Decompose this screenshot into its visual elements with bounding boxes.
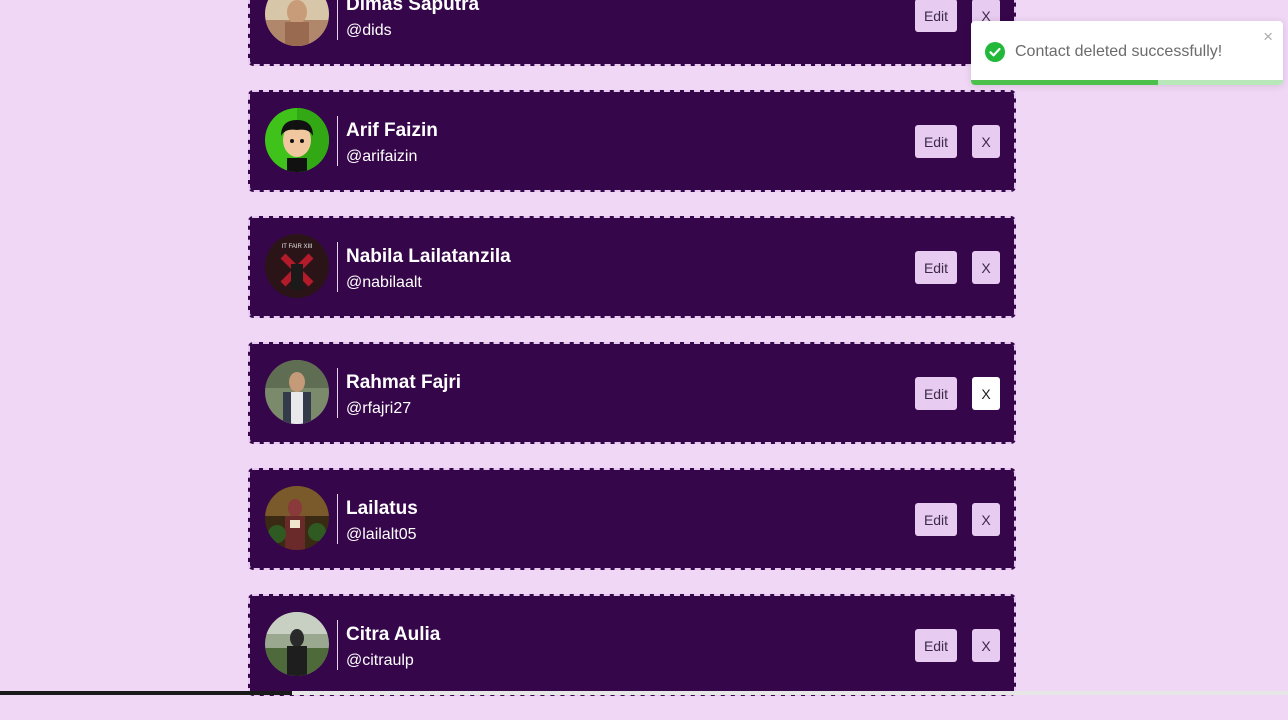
- contact-avatar: IT FAIR XIII: [265, 234, 329, 298]
- toast-message: Contact deleted successfully!: [1015, 43, 1223, 60]
- contact-info: Arif Faizin @arifaizin: [346, 119, 438, 168]
- avatar-divider: [337, 368, 338, 418]
- contact-avatar: [265, 108, 329, 172]
- contact-card: Dimas Saputra @dids Edit X: [248, 0, 1016, 66]
- avatar-divider: [337, 242, 338, 292]
- contact-card: Lailatus @lailalt05 Edit X: [248, 468, 1016, 570]
- scrollbar-thumb[interactable]: [0, 691, 292, 695]
- contact-name: Nabila Lailatanzila: [346, 246, 511, 267]
- edit-button[interactable]: Edit: [915, 0, 957, 32]
- contact-handle: @citraulp: [346, 652, 414, 669]
- contact-card: IT FAIR XIII Nabila Lailatanzila @nabila…: [248, 216, 1016, 318]
- contact-list: Dimas Saputra @dids Edit X Arif Faizin @…: [248, 0, 1016, 720]
- contact-handle: @dids: [346, 22, 392, 39]
- contact-handle: @lailalt05: [346, 526, 417, 543]
- contact-info: Lailatus @lailalt05: [346, 497, 418, 546]
- edit-button[interactable]: Edit: [915, 125, 957, 158]
- contact-name: Arif Faizin: [346, 120, 438, 141]
- contact-info: Rahmat Fajri @rfajri27: [346, 371, 461, 420]
- close-icon[interactable]: ×: [1263, 27, 1273, 47]
- contact-avatar: [265, 612, 329, 676]
- contact-info: Nabila Lailatanzila @nabilaalt: [346, 245, 511, 294]
- contact-card: Citra Aulia @citraulp Edit X: [248, 594, 1016, 696]
- check-circle-icon: [985, 42, 1005, 62]
- contact-name: Rahmat Fajri: [346, 372, 462, 393]
- svg-text:IT FAIR XIII: IT FAIR XIII: [282, 244, 313, 250]
- contact-avatar: [265, 360, 329, 424]
- contact-info: Citra Aulia @citraulp: [346, 623, 440, 672]
- contact-avatar: [265, 0, 329, 46]
- delete-button[interactable]: X: [972, 377, 1000, 410]
- contact-handle: @arifaizin: [346, 148, 418, 165]
- success-toast: Contact deleted successfully! ×: [971, 21, 1283, 85]
- avatar-divider: [337, 494, 338, 544]
- contact-card: Rahmat Fajri @rfajri27 Edit X: [248, 342, 1016, 444]
- delete-button[interactable]: X: [972, 251, 1000, 284]
- contact-name: Lailatus: [346, 498, 418, 519]
- delete-button[interactable]: X: [972, 503, 1000, 536]
- edit-button[interactable]: Edit: [915, 377, 957, 410]
- contact-handle: @rfajri27: [346, 400, 412, 417]
- edit-button[interactable]: Edit: [915, 251, 957, 284]
- contact-name: Dimas Saputra: [346, 0, 480, 15]
- contact-handle: @nabilaalt: [346, 274, 422, 291]
- contact-card: Arif Faizin @arifaizin Edit X: [248, 90, 1016, 192]
- contact-name: Citra Aulia: [346, 624, 441, 645]
- edit-button[interactable]: Edit: [915, 629, 957, 662]
- horizontal-scrollbar[interactable]: [0, 691, 1288, 695]
- contact-avatar: [265, 486, 329, 550]
- edit-button[interactable]: Edit: [915, 503, 957, 536]
- avatar-divider: [337, 0, 338, 40]
- delete-button[interactable]: X: [972, 629, 1000, 662]
- contact-info: Dimas Saputra @dids: [346, 0, 479, 42]
- delete-button[interactable]: X: [972, 125, 1000, 158]
- avatar-divider: [337, 620, 338, 670]
- avatar-divider: [337, 116, 338, 166]
- toast-progress-bar: [971, 80, 1159, 85]
